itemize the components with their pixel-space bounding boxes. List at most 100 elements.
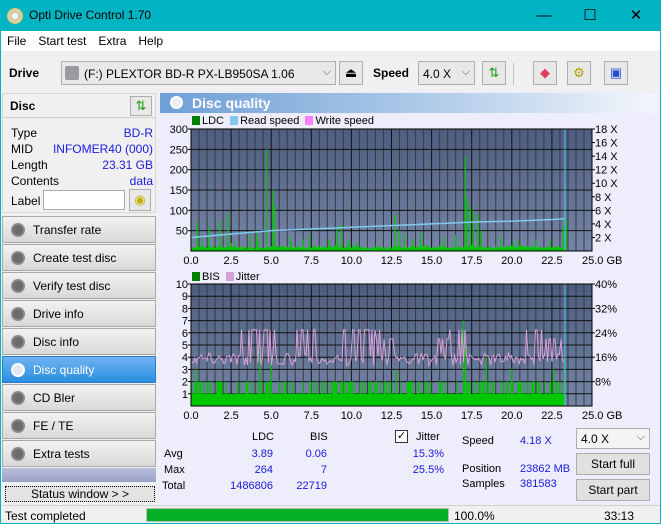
field-value: data <box>129 174 153 188</box>
y-right-tick-label: 2 X <box>595 232 612 244</box>
speed-select[interactable]: 4.0 X ⌵ <box>418 61 475 85</box>
nav-verify-test-disc[interactable]: Verify test disc <box>2 272 156 299</box>
speed-label: Speed <box>373 66 410 80</box>
start-part-button[interactable]: Start part <box>576 479 650 501</box>
y-right-tick-label: 40% <box>595 280 617 291</box>
nav-disc-info[interactable]: Disc info <box>2 328 156 355</box>
drive-label: Drive <box>9 66 40 80</box>
nav-spacer <box>2 468 156 482</box>
test-speed-select[interactable]: 4.0 X ⌵ <box>576 428 650 449</box>
disc-icon <box>11 307 25 321</box>
nav-label: CD Bler <box>33 391 76 405</box>
panel-title: Disc quality <box>192 95 271 111</box>
y-right-tick-label: 14 X <box>595 151 618 163</box>
nav-drive-info[interactable]: Drive info <box>2 300 156 327</box>
nav-extra-tests[interactable]: Extra tests <box>2 440 156 467</box>
progress-bar <box>146 508 449 522</box>
disc-icon <box>11 391 25 405</box>
position-value: 23862 MB <box>520 463 571 475</box>
y-tick-label: 9 <box>182 291 188 303</box>
row-total-label: Total <box>162 480 186 492</box>
y-right-tick-label: 10 X <box>595 178 618 190</box>
menu-bar: File Start test Extra Help <box>1 31 660 51</box>
jitter-checkbox[interactable]: ✓ <box>395 430 408 443</box>
y-tick-label: 6 <box>182 328 188 340</box>
menu-extra[interactable]: Extra <box>92 31 132 48</box>
minimize-button[interactable]: — <box>521 0 567 31</box>
refresh-disc-icon[interactable]: ⇅ <box>130 96 152 116</box>
y-right-tick-label: 8% <box>595 377 611 389</box>
settings-icon[interactable]: ⚙ <box>567 61 591 85</box>
y-right-tick-label: 16% <box>595 352 617 364</box>
save-icon[interactable]: ▣ <box>604 61 628 85</box>
col-bis: BIS <box>310 431 328 443</box>
x-tick-label: 2.5 <box>223 255 238 267</box>
x-tick-label: 0.0 <box>183 255 198 267</box>
y-tick-label: 2 <box>182 377 188 389</box>
nav-disc-quality[interactable]: Disc quality <box>2 356 156 383</box>
y-right-tick-label: 6 X <box>595 205 612 217</box>
test-speed-value: 4.0 X <box>581 432 610 446</box>
x-tick-label: 10.0 <box>341 410 362 422</box>
jitter-label: Jitter <box>416 431 440 443</box>
x-tick-label: 22.5 <box>541 410 562 422</box>
elapsed-time: 33:13 <box>604 509 635 523</box>
disc-icon <box>11 279 25 293</box>
x-tick-label: 7.5 <box>304 410 319 422</box>
field-key: Type <box>11 126 38 140</box>
legend-swatch-ldc <box>192 116 200 125</box>
nav-label: Verify test disc <box>33 279 111 293</box>
col-ldc: LDC <box>252 431 275 443</box>
x-tick-label: 10.0 <box>341 255 362 267</box>
progress-fill <box>147 509 448 521</box>
nav-transfer-rate[interactable]: Transfer rate <box>2 216 156 243</box>
field-key: Contents <box>11 174 60 188</box>
menu-file[interactable]: File <box>1 31 32 48</box>
nav-create-test-disc[interactable]: Create test disc <box>2 244 156 271</box>
speed-label: Speed <box>462 435 494 447</box>
avg-jitter: 15.3% <box>412 448 444 460</box>
disc-type-row: Type BD-R <box>9 126 153 142</box>
y-right-tick-label: 4 X <box>595 219 612 231</box>
label-input[interactable] <box>43 190 125 210</box>
start-full-button[interactable]: Start full <box>576 453 650 475</box>
progress-text: 100.0% <box>454 509 495 523</box>
disc-icon <box>11 363 25 377</box>
disc-label-icon[interactable]: ◉ <box>129 189 151 211</box>
samples-label: Samples <box>462 478 505 490</box>
y-tick-label: 100 <box>170 205 188 217</box>
disc-icon <box>11 447 25 461</box>
speed-value: 4.18 X <box>520 435 552 447</box>
disc-length-row: Length 23.31 GB <box>9 158 153 174</box>
maximize-button[interactable]: ☐ <box>567 0 613 31</box>
field-key: MID <box>11 142 33 156</box>
eject-button[interactable]: ⏏ <box>339 61 363 85</box>
erase-icon[interactable]: ◆ <box>533 61 557 85</box>
y-tick-label: 300 <box>170 125 188 136</box>
status-window-button[interactable]: Status window > > <box>5 486 155 502</box>
toolbar-separator <box>513 63 514 85</box>
disc-icon <box>11 223 25 237</box>
position-label: Position <box>462 463 502 475</box>
nav-fe-te[interactable]: FE / TE <box>2 412 156 439</box>
y-right-tick-label: 16 X <box>595 138 618 150</box>
disc-icon <box>11 419 25 433</box>
disc-icon <box>11 335 25 349</box>
menu-help[interactable]: Help <box>132 31 169 48</box>
menu-start-test[interactable]: Start test <box>32 31 92 48</box>
drive-icon <box>65 66 79 80</box>
chevron-down-icon: ⌵ <box>322 66 331 78</box>
nav-label: Disc info <box>33 335 80 349</box>
nav-label: Drive info <box>33 307 84 321</box>
nav-label: Create test disc <box>33 251 117 265</box>
disc-header: Disc <box>10 99 36 113</box>
avg-bis: 0.06 <box>305 448 327 460</box>
drive-select[interactable]: (F:) PLEXTOR BD-R PX-LB950SA 1.06 ⌵ <box>61 61 336 85</box>
nav-label: Disc quality <box>33 363 95 377</box>
close-button[interactable]: ✕ <box>613 0 659 31</box>
status-bar: Test completed 100.0% 33:13 <box>1 505 660 523</box>
y-right-tick-label: 12 X <box>595 165 618 177</box>
x-tick-label: 25.0 GB <box>582 255 622 267</box>
refresh-icon[interactable]: ⇅ <box>482 61 506 85</box>
nav-cd-bler[interactable]: CD Bler <box>2 384 156 411</box>
